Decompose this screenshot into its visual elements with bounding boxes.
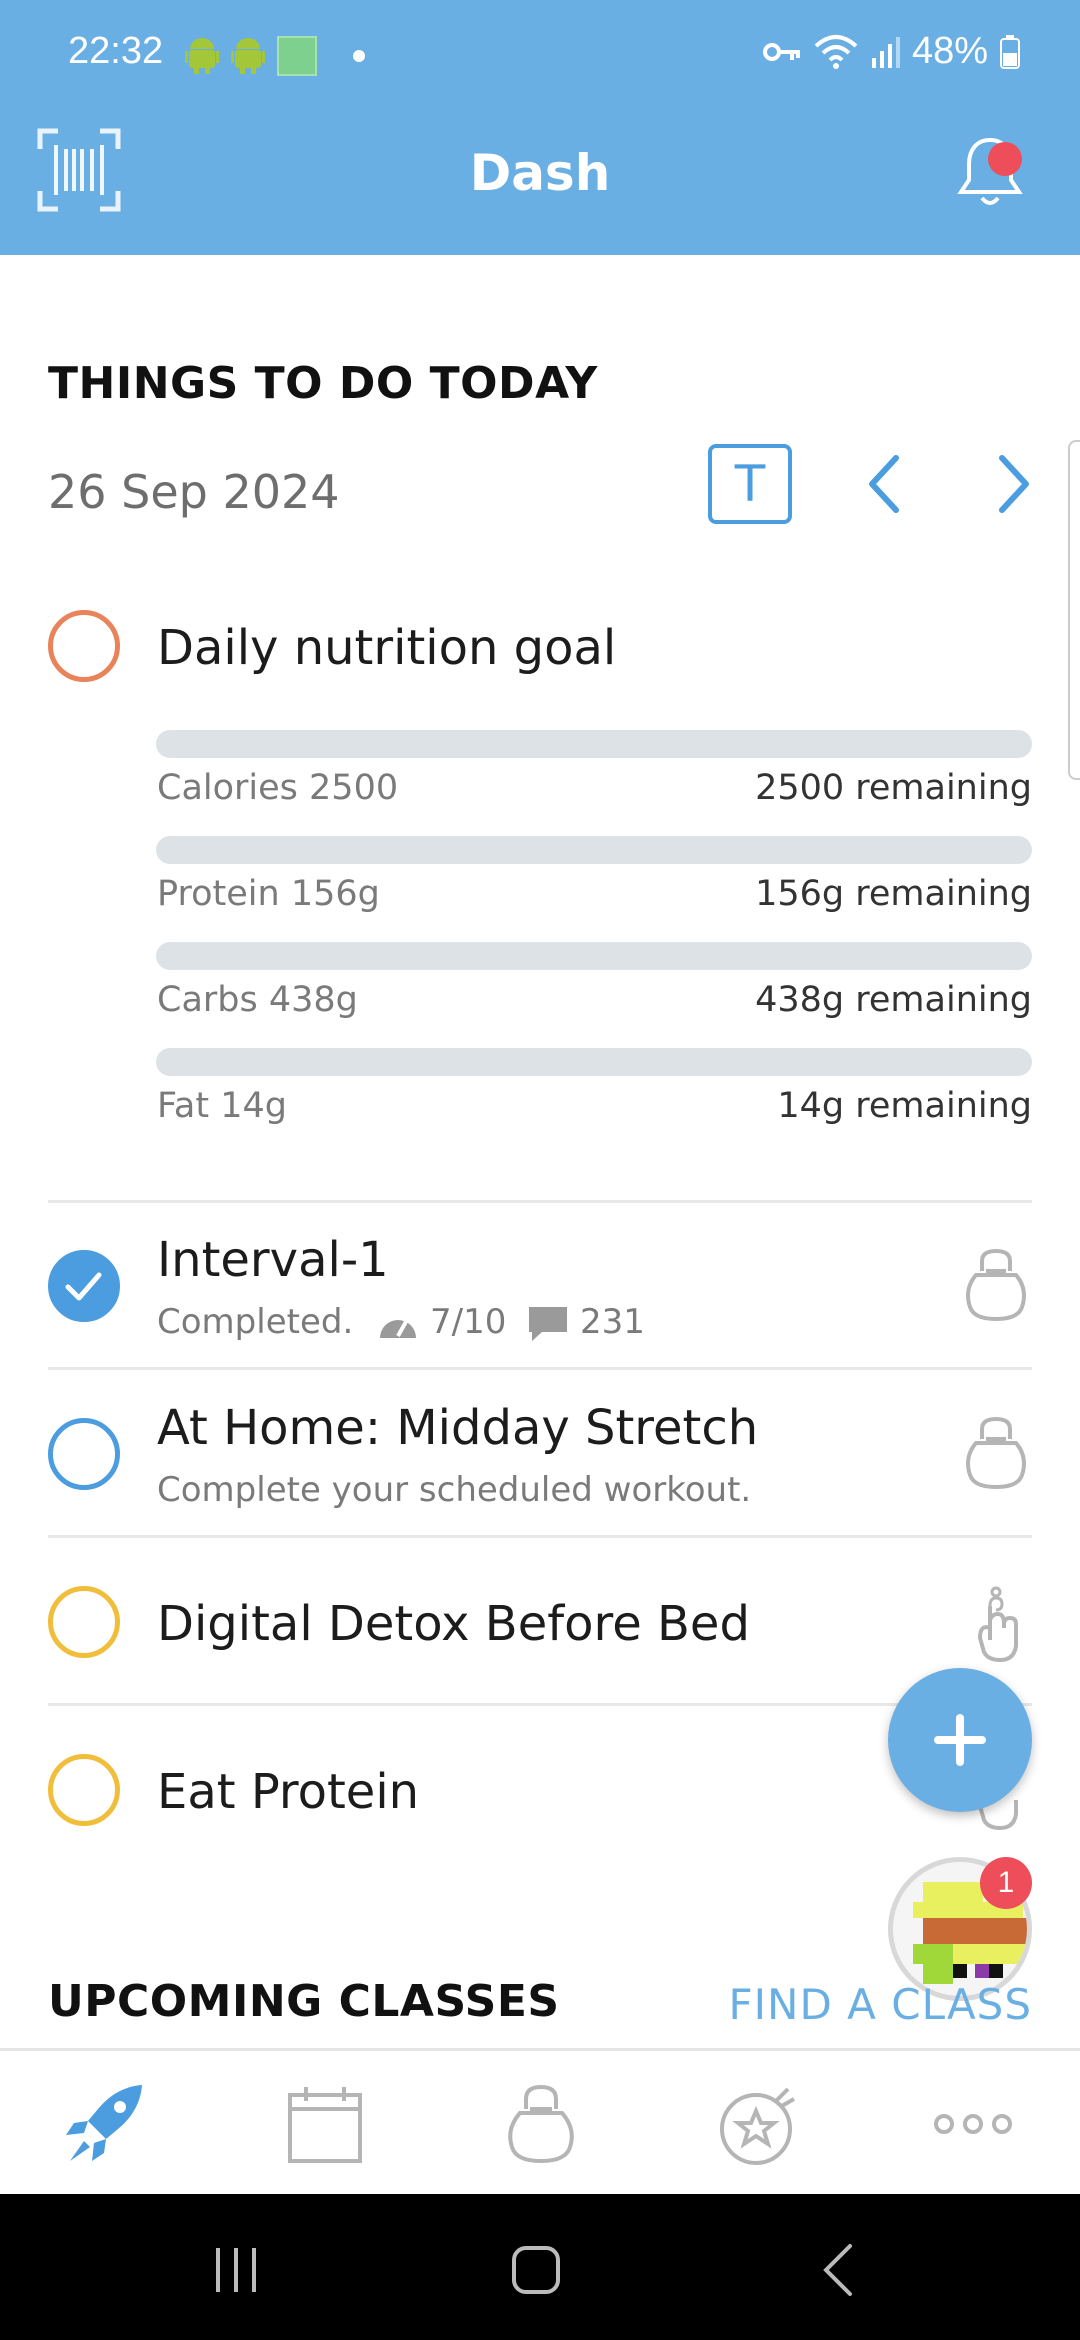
chevron-left-icon[interactable] xyxy=(862,452,906,516)
battery-percent: 48% xyxy=(911,30,988,72)
task-title[interactable]: Interval-1 xyxy=(157,1232,389,1288)
task-checkbox[interactable] xyxy=(48,1586,120,1658)
comment-icon xyxy=(529,1307,567,1341)
divider xyxy=(48,1200,1032,1203)
status-right-icons: 48% xyxy=(762,30,1020,73)
progress-bar-protein xyxy=(156,836,1032,864)
nutrient-label: Carbs 438g xyxy=(157,980,358,1020)
add-button[interactable] xyxy=(888,1668,1032,1812)
rocket-icon[interactable] xyxy=(62,2081,152,2167)
nutrient-remaining: 14g remaining xyxy=(777,1086,1032,1126)
home-icon[interactable] xyxy=(506,2240,566,2300)
dot-icon xyxy=(353,50,365,62)
system-navigation-bar xyxy=(0,2194,1080,2340)
current-date: 26 Sep 2024 xyxy=(48,465,340,519)
task-title[interactable]: At Home: Midday Stretch xyxy=(157,1400,758,1456)
nutrient-remaining: 156g remaining xyxy=(755,874,1032,914)
progress-bar-carbs xyxy=(156,942,1032,970)
task-comment-count: 231 xyxy=(580,1302,645,1342)
status-time: 22:32 xyxy=(68,30,164,72)
find-a-class-link[interactable]: FIND A CLASS xyxy=(729,1980,1032,2029)
section-title-upcoming-classes: UPCOMING CLASSES xyxy=(48,1976,560,2027)
task-title[interactable]: Digital Detox Before Bed xyxy=(157,1596,750,1652)
status-left-icons xyxy=(185,36,365,76)
nutrient-label: Protein 156g xyxy=(157,874,380,914)
calendar-icon[interactable] xyxy=(280,2081,370,2167)
kettlebell-icon[interactable] xyxy=(960,1413,1032,1493)
task-checkbox[interactable] xyxy=(48,1418,120,1490)
vpn-key-icon xyxy=(762,42,800,61)
avatar-notification-badge: 1 xyxy=(980,1857,1032,1909)
divider xyxy=(48,1535,1032,1538)
progress-bar-fat xyxy=(156,1048,1032,1076)
nutrient-label: Fat 14g xyxy=(157,1086,287,1126)
wifi-icon xyxy=(814,34,858,69)
nutrition-checkbox[interactable] xyxy=(48,610,120,682)
nutrient-label: Calories 2500 xyxy=(157,768,399,808)
kettlebell-icon[interactable] xyxy=(960,1245,1032,1325)
task-status: Completed. xyxy=(157,1302,354,1342)
gallery-icon xyxy=(277,36,317,76)
bottom-navigation xyxy=(0,2048,1080,2194)
task-checkbox[interactable] xyxy=(48,1754,120,1826)
gauge-icon xyxy=(380,1317,416,1338)
task-checkbox-checked[interactable] xyxy=(48,1250,120,1322)
notification-dot xyxy=(988,142,1022,176)
recent-apps-icon[interactable] xyxy=(206,2240,266,2300)
plus-icon xyxy=(956,1714,964,1766)
back-icon[interactable] xyxy=(810,2240,870,2300)
checkmark-icon xyxy=(65,1272,102,1301)
task-rating: 7/10 xyxy=(430,1302,507,1342)
star-badge-icon[interactable] xyxy=(714,2081,804,2167)
nutrient-remaining: 438g remaining xyxy=(755,980,1032,1020)
nutrition-title: Daily nutrition goal xyxy=(157,620,617,676)
progress-bar-calories xyxy=(156,730,1032,758)
kettlebell-icon[interactable] xyxy=(496,2081,586,2167)
nutrient-remaining: 2500 remaining xyxy=(755,768,1032,808)
divider xyxy=(48,1703,1032,1706)
battery-icon xyxy=(1000,34,1020,69)
today-button[interactable]: T xyxy=(708,444,792,524)
section-title-things-to-do: THINGS TO DO TODAY xyxy=(48,358,598,409)
task-subtitle: Complete your scheduled workout. xyxy=(157,1470,752,1510)
android-icon xyxy=(185,38,219,74)
chevron-right-icon[interactable] xyxy=(992,452,1036,516)
signal-icon xyxy=(871,36,900,68)
page-title: Dash xyxy=(469,144,611,202)
side-drawer-handle[interactable] xyxy=(1068,440,1080,780)
finger-reminder-icon[interactable] xyxy=(960,1584,1032,1664)
divider xyxy=(48,1367,1032,1370)
app-header: 22:32 48% Dash xyxy=(0,0,1080,255)
android-icon xyxy=(231,38,265,74)
task-title[interactable]: Eat Protein xyxy=(157,1764,419,1820)
more-icon[interactable] xyxy=(928,2081,1018,2167)
